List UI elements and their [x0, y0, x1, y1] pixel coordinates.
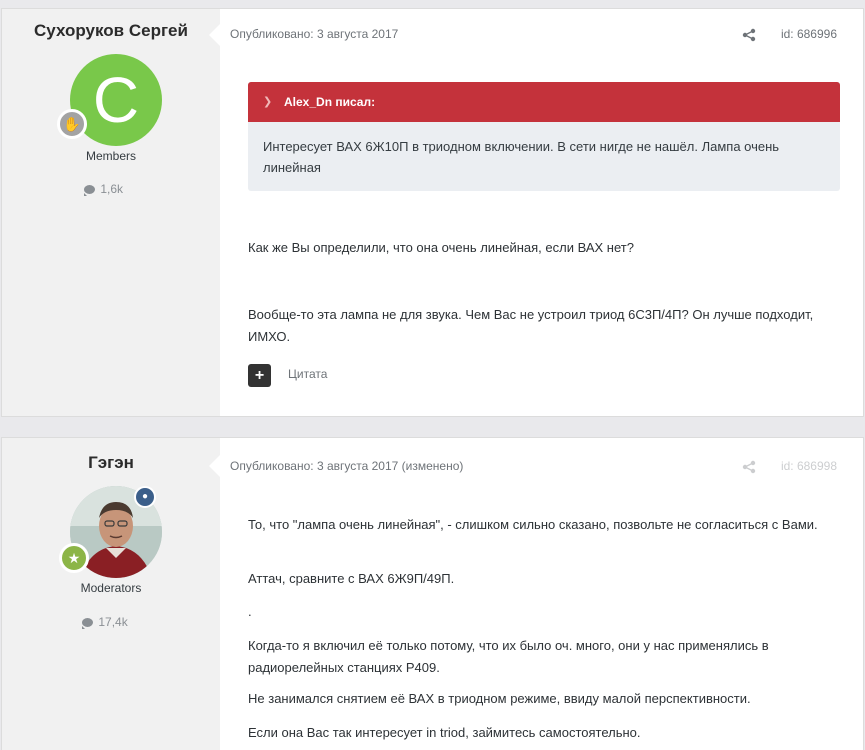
quote-text: Интересует ВАХ 6Ж10П в триодном включени…: [263, 139, 780, 175]
author-panel: Сухоруков Сергей С ✋ Members 1,6k: [2, 9, 220, 416]
quote-author: Alex_Dn писал:: [284, 95, 376, 109]
post-content: Опубликовано: 3 августа 2017 (изменено) …: [220, 438, 863, 750]
post-paragraph: Не занимался снятием её ВАХ в триодном р…: [248, 691, 751, 706]
plus-icon[interactable]: +: [248, 364, 271, 387]
quote-button[interactable]: Цитата: [288, 367, 327, 381]
rank-badge-icon: ✋: [57, 109, 87, 139]
post-686998: Гэгэн ● ★ Moderators 17,4k Опубликовано:…: [1, 437, 864, 750]
post-paragraph: Вообще-то эта лампа не для звука. Чем Ва…: [248, 307, 814, 344]
post-paragraph: То, что "лампа очень линейная", - слишко…: [248, 517, 818, 532]
post-count-value: 1,6k: [100, 182, 124, 196]
star-rank-icon: ★: [59, 543, 89, 573]
post-content: Опубликовано: 3 августа 2017 id: 686996 …: [220, 9, 863, 416]
post-id[interactable]: id: 686996: [781, 27, 837, 41]
post-paragraph: Как же Вы определили, что она очень лине…: [248, 240, 634, 255]
share-icon[interactable]: [742, 460, 756, 474]
author-name[interactable]: Гэгэн: [2, 453, 220, 473]
shield-icon: ●: [134, 486, 156, 508]
post-paragraph: Аттач, сравните с ВАХ 6Ж9П/49П.: [248, 571, 455, 586]
post-count: 1,6k: [84, 182, 123, 196]
post-paragraph: Когда-то я включил её только потому, что…: [248, 638, 769, 675]
user-group: Moderators: [80, 581, 142, 595]
post-id[interactable]: id: 686998: [781, 459, 837, 473]
post-count-value: 17,4k: [98, 615, 128, 629]
quote-block: ❯ Alex_Dn писал: Интересует ВАХ 6Ж10П в …: [248, 82, 840, 191]
author-panel: Гэгэн ● ★ Moderators 17,4k: [2, 438, 220, 750]
user-group: Members: [85, 149, 136, 163]
post-date[interactable]: Опубликовано: 3 августа 2017 (изменено): [230, 459, 463, 473]
quote-header[interactable]: ❯ Alex_Dn писал:: [248, 82, 840, 122]
post-686996: Сухоруков Сергей С ✋ Members 1,6k Опубли…: [1, 8, 864, 417]
share-icon[interactable]: [742, 28, 756, 42]
chevron-down-icon[interactable]: ❯: [263, 82, 272, 122]
post-date[interactable]: Опубликовано: 3 августа 2017: [230, 27, 398, 41]
author-name[interactable]: Сухоруков Сергей: [2, 21, 220, 41]
comment-icon: [84, 185, 95, 196]
post-count: 17,4k: [82, 615, 128, 629]
post-paragraph: Если она Вас так интересует in triod, за…: [248, 725, 641, 740]
post-paragraph: .: [248, 604, 252, 619]
comment-icon: [82, 618, 93, 629]
